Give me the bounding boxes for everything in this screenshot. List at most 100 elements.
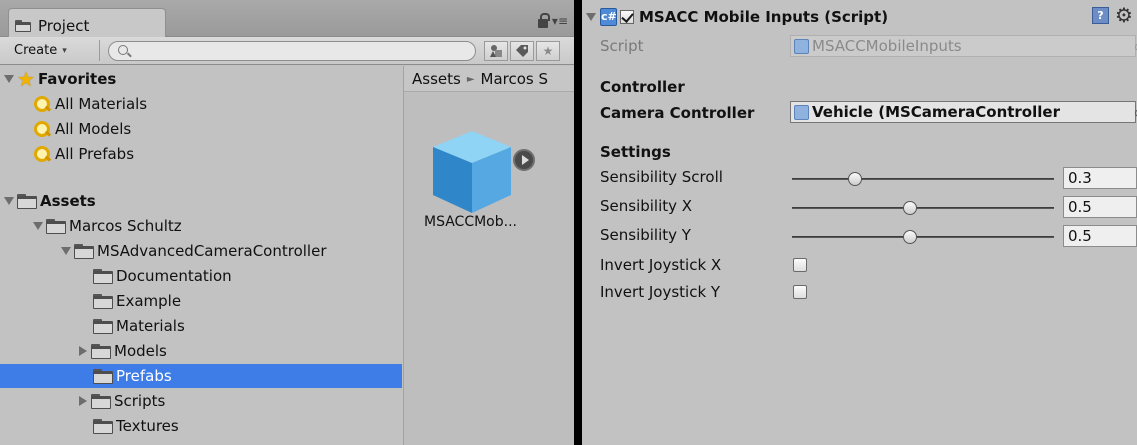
project-tree: ★ Favorites All Materials All Models All… xyxy=(0,66,402,445)
assets-label: Assets xyxy=(40,192,96,210)
breadcrumb-item[interactable]: Marcos S xyxy=(481,70,549,88)
camera-controller-field[interactable]: Vehicle (MSCameraController xyxy=(790,101,1136,123)
invert-joystick-y-checkbox[interactable] xyxy=(793,285,807,299)
folder-icon xyxy=(91,393,111,409)
folder-icon xyxy=(91,343,111,359)
toggle-label: Invert Joystick Y xyxy=(600,283,721,301)
script-file-icon xyxy=(794,38,809,54)
chevron-down-icon[interactable] xyxy=(33,222,43,230)
tree-folder-models[interactable]: Models xyxy=(0,339,402,363)
camera-controller-label: Camera Controller xyxy=(600,104,755,122)
chevron-down-icon[interactable] xyxy=(61,247,71,255)
slider-label: Sensibility X xyxy=(600,197,693,215)
tab-menu-icon[interactable]: ▾≡ xyxy=(552,14,568,28)
tree-folder-prefabs[interactable]: Prefabs xyxy=(0,364,402,388)
search-filter-icon xyxy=(33,95,51,113)
project-toolbar: Create ▾ ★ xyxy=(0,37,574,65)
tree-folder-msadvancedcameracontroller[interactable]: MSAdvancedCameraController xyxy=(0,239,402,263)
breadcrumb: Assets ► Marcos S xyxy=(404,66,575,92)
slider-track[interactable] xyxy=(792,207,1054,209)
settings-header: Settings xyxy=(600,143,671,161)
search-icon xyxy=(118,45,128,55)
folder-icon xyxy=(46,218,66,234)
assets-row[interactable]: Assets xyxy=(4,189,406,213)
filter-by-type-button[interactable] xyxy=(484,41,508,61)
favorite-item-label: All Models xyxy=(55,120,132,138)
search-filter-icon xyxy=(33,120,51,138)
star-icon: ★ xyxy=(17,67,35,91)
project-tab-label: Project xyxy=(38,16,90,35)
tag-icon xyxy=(516,45,528,57)
folder-icon xyxy=(17,193,37,209)
slider-thumb[interactable] xyxy=(847,172,862,186)
create-button[interactable]: Create ▾ xyxy=(8,40,100,61)
project-tab[interactable]: Project xyxy=(8,8,166,38)
slider-label: Sensibility Y xyxy=(600,226,691,244)
controller-header: Controller xyxy=(600,78,685,96)
asset-item-label[interactable]: MSACCMob... xyxy=(424,214,517,230)
lock-icon[interactable] xyxy=(537,12,550,28)
tree-folder-example[interactable]: Example xyxy=(0,289,402,313)
script-field: MSACCMobileInputs xyxy=(790,35,1136,57)
component-title: MSACC Mobile Inputs (Script) xyxy=(639,7,889,26)
chevron-down-icon: ▾ xyxy=(62,45,67,56)
folder-icon xyxy=(93,418,113,434)
project-tab-bar: Project ▾≡ xyxy=(0,0,574,38)
favorite-item[interactable]: All Prefabs xyxy=(0,142,402,166)
folder-label: Example xyxy=(116,292,182,310)
slider-thumb[interactable] xyxy=(902,230,917,244)
chevron-down-icon[interactable] xyxy=(586,12,596,21)
chevron-down-icon[interactable] xyxy=(4,75,14,83)
favorites-label: Favorites xyxy=(37,70,117,88)
play-icon[interactable] xyxy=(513,149,535,171)
tree-folder-marcos-schultz[interactable]: Marcos Schultz xyxy=(0,214,402,238)
star-icon: ★ xyxy=(542,44,554,58)
help-icon[interactable]: ? xyxy=(1092,7,1109,24)
project-panel: Project ▾≡ Create ▾ ★ ★ Favorites All Ma… xyxy=(0,0,575,445)
panel-divider[interactable] xyxy=(574,0,582,445)
tree-folder-documentation[interactable]: Documentation xyxy=(0,264,402,288)
script-value: MSACCMobileInputs xyxy=(812,37,962,55)
favorite-item[interactable]: All Materials xyxy=(0,92,402,116)
toggle-label: Invert Joystick X xyxy=(600,256,722,274)
component-enabled-checkbox[interactable] xyxy=(620,9,634,24)
folder-icon xyxy=(93,368,113,384)
tree-folder-textures[interactable]: Textures xyxy=(0,414,402,438)
folder-icon xyxy=(74,243,94,259)
slider-thumb[interactable] xyxy=(902,201,917,215)
prefab-cube-icon[interactable] xyxy=(431,129,513,215)
folder-icon xyxy=(93,268,113,284)
tree-folder-materials[interactable]: Materials xyxy=(0,314,402,338)
asset-grid: Assets ► Marcos S MSACCMob... xyxy=(403,66,575,445)
folder-icon xyxy=(93,293,113,309)
inspector-panel: c# MSACC Mobile Inputs (Script) ? ⚙ Scri… xyxy=(582,0,1137,445)
search-input[interactable] xyxy=(108,41,476,61)
filter-by-label-button[interactable] xyxy=(510,41,534,61)
create-button-label: Create xyxy=(14,43,58,58)
script-file-icon xyxy=(794,104,809,120)
chevron-right-icon[interactable] xyxy=(79,346,87,356)
tab-options[interactable]: ▾≡ xyxy=(537,12,568,28)
favorite-item[interactable]: All Models xyxy=(0,117,402,141)
slider-value-field[interactable]: 0.5 xyxy=(1063,196,1137,218)
folder-icon xyxy=(15,19,31,32)
favorites-row[interactable]: ★ Favorites xyxy=(4,67,406,91)
chevron-down-icon[interactable] xyxy=(4,197,14,205)
favorites-button[interactable]: ★ xyxy=(536,41,560,61)
slider-value-field[interactable]: 0.3 xyxy=(1063,167,1137,189)
slider-value-field[interactable]: 0.5 xyxy=(1063,225,1137,247)
gear-icon[interactable]: ⚙ xyxy=(1115,3,1133,27)
invert-joystick-x-checkbox[interactable] xyxy=(793,258,807,272)
folder-label: Prefabs xyxy=(116,367,172,385)
csharp-script-icon: c# xyxy=(600,7,617,26)
camera-controller-value: Vehicle (MSCameraController xyxy=(812,103,1060,121)
slider-track[interactable] xyxy=(792,178,1054,180)
shapes-icon xyxy=(490,45,502,57)
component-header[interactable]: c# MSACC Mobile Inputs (Script) ? ⚙ xyxy=(582,0,1137,33)
chevron-right-icon[interactable] xyxy=(79,396,87,406)
folder-label: Documentation xyxy=(116,267,232,285)
breadcrumb-item[interactable]: Assets xyxy=(412,70,461,88)
tree-folder-scripts[interactable]: Scripts xyxy=(0,389,402,413)
folder-label: Textures xyxy=(116,417,179,435)
slider-track[interactable] xyxy=(792,236,1054,238)
